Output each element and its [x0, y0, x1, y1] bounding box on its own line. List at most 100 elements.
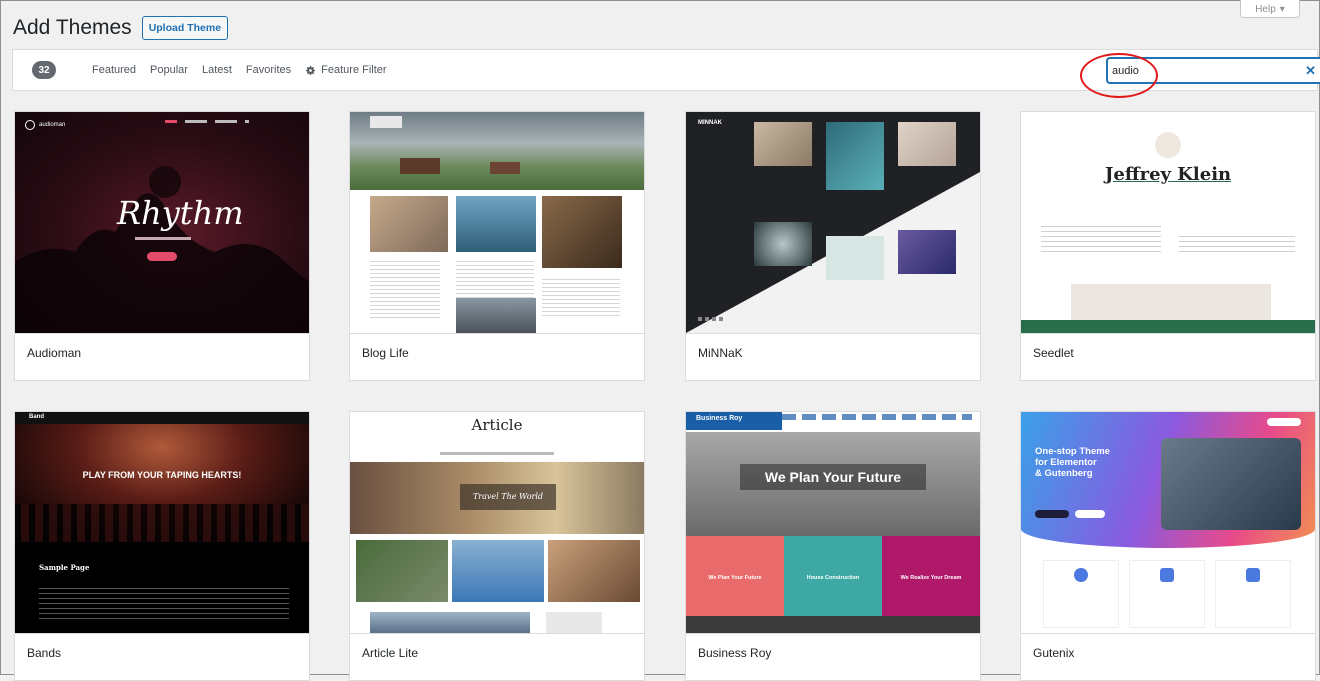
themes-screen: Help ▾ Add Themes Upload Theme 32 Featur… — [0, 0, 1320, 681]
theme-card-bands[interactable]: Band PLAY FROM YOUR TAPING HEARTS! Sampl… — [14, 411, 310, 681]
thumb-photo — [456, 298, 536, 333]
thumb-sample-heading: Sample Page — [39, 563, 90, 572]
filter-popular[interactable]: Popular — [150, 64, 188, 76]
thumb-photo — [898, 230, 956, 274]
thumb-photo — [452, 540, 544, 602]
theme-name: Gutenix — [1033, 646, 1075, 660]
thumb-feature-icon — [1074, 568, 1088, 582]
theme-count-badge: 32 — [32, 61, 56, 79]
thumb-hero-text: One-stop Theme for Elementor & Gutenberg — [1035, 446, 1110, 479]
search-themes-input[interactable] — [1112, 60, 1302, 81]
help-label: Help — [1255, 4, 1276, 15]
thumb-subtitle — [135, 237, 191, 240]
thumb-photo — [826, 236, 884, 280]
theme-name: MiNNaK — [698, 346, 743, 360]
theme-screenshot: Business Roy We Plan Your Future We Plan… — [686, 412, 980, 633]
close-icon[interactable]: ✕ — [1305, 63, 1316, 79]
gear-icon — [306, 65, 316, 75]
feature-filter-label: Feature Filter — [321, 64, 387, 76]
thumb-cabin — [490, 162, 520, 174]
filter-latest[interactable]: Latest — [202, 64, 232, 76]
theme-name: Business Roy — [698, 646, 772, 660]
thumb-logo-text: audioman — [39, 122, 66, 128]
thumb-box-label: We Realize Your Dream — [900, 575, 962, 581]
thumb-nav — [782, 414, 972, 420]
thumb-title: Rhythm — [117, 194, 244, 232]
thumb-nav-cta — [1267, 418, 1301, 426]
filter-favorites[interactable]: Favorites — [246, 64, 291, 76]
thumb-feature-icon — [1160, 568, 1174, 582]
upload-theme-button[interactable]: Upload Theme — [141, 16, 229, 40]
thumb-text-lines — [542, 276, 620, 316]
thumb-feature-icon — [1246, 568, 1260, 582]
thumb-photo — [754, 222, 812, 266]
thumb-text-lines — [1041, 222, 1161, 252]
thumb-logo — [370, 116, 402, 128]
thumb-cta — [1035, 510, 1069, 518]
chevron-down-icon: ▾ — [1279, 4, 1285, 15]
filter-featured[interactable]: Featured — [92, 64, 136, 76]
thumb-box-label: House Construction — [806, 575, 860, 581]
theme-screenshot: Jeffrey Klein — [1021, 112, 1315, 333]
thumb-photo — [754, 122, 812, 166]
thumb-photo — [826, 122, 884, 190]
thumb-crowd — [15, 504, 309, 544]
theme-screenshot: MINNAK — [686, 112, 980, 333]
theme-card-audioman[interactable]: audioman Rhythm Audioman — [14, 111, 310, 381]
theme-card-minnak[interactable]: MINNAK MiNNaK — [685, 111, 981, 381]
thumb-text-lines — [1179, 232, 1295, 252]
theme-card-gutenix[interactable]: One-stop Theme for Elementor & Gutenberg… — [1020, 411, 1316, 681]
thumb-photo — [542, 196, 622, 268]
thumb-box-label: We Plan Your Future — [708, 575, 762, 581]
logo-icon — [25, 120, 35, 130]
theme-card-business-roy[interactable]: Business Roy We Plan Your Future We Plan… — [685, 411, 981, 681]
theme-screenshot: Article Travel The World — [350, 412, 644, 633]
thumb-logo: audioman — [25, 120, 65, 130]
thumb-dots — [698, 317, 726, 321]
page-header: Add Themes Upload Theme — [13, 14, 229, 42]
thumb-hero-text: PLAY FROM YOUR TAPING HEARTS! — [82, 470, 242, 480]
page-title: Add Themes — [13, 16, 132, 39]
thumb-logo: MINNAK — [698, 120, 722, 126]
thumb-footer-band — [1021, 320, 1315, 333]
thumb-text-lines — [370, 258, 440, 318]
theme-name: Bands — [27, 646, 62, 660]
thumb-hero-line: One-stop Theme — [1035, 446, 1110, 457]
thumb-hero-text: We Plan Your Future — [740, 464, 926, 490]
thumb-photo — [1161, 438, 1301, 530]
thumb-photo — [456, 196, 536, 252]
theme-name: Seedlet — [1033, 346, 1074, 360]
theme-name: Article Lite — [362, 646, 419, 660]
feature-filter-button[interactable]: Feature Filter — [305, 64, 387, 76]
help-tab[interactable]: Help ▾ — [1240, 0, 1300, 18]
thumb-logo: Business Roy — [696, 415, 743, 422]
thumb-text-lines — [39, 584, 289, 620]
theme-screenshot: One-stop Theme for Elementor & Gutenberg — [1021, 412, 1315, 633]
theme-screenshot — [350, 112, 644, 333]
thumb-photo — [370, 612, 530, 633]
search-box: ✕ — [1107, 58, 1320, 83]
thumb-avatar — [1155, 132, 1181, 158]
theme-card-article-lite[interactable]: Article Travel The World Article Lite — [349, 411, 645, 681]
thumb-plant-photo — [1071, 284, 1271, 320]
thumb-hero-line: & Gutenberg — [1035, 468, 1093, 479]
thumb-nav — [165, 120, 295, 124]
thumb-cta — [1075, 510, 1105, 518]
thumb-photo — [898, 122, 956, 166]
theme-card-blog-life[interactable]: Blog Life — [349, 111, 645, 381]
theme-screenshot: Band PLAY FROM YOUR TAPING HEARTS! Sampl… — [15, 412, 309, 633]
thumb-footer-band — [686, 616, 980, 633]
filter-bar: 32 Featured Popular Latest Favorites Fea… — [12, 49, 1320, 91]
thumb-nav — [440, 452, 554, 455]
theme-card-seedlet[interactable]: Jeffrey Klein Seedlet — [1020, 111, 1316, 381]
thumb-logo: Band — [29, 414, 44, 420]
thumb-photo — [370, 196, 448, 252]
thumb-cabin — [400, 158, 440, 174]
theme-name: Blog Life — [362, 346, 409, 360]
theme-name: Audioman — [27, 346, 82, 360]
thumb-title: Article — [471, 416, 523, 434]
thumb-photo — [546, 612, 602, 633]
thumb-hero-line: for Elementor — [1035, 457, 1097, 468]
thumb-cta — [147, 252, 177, 261]
thumb-photo — [356, 540, 448, 602]
